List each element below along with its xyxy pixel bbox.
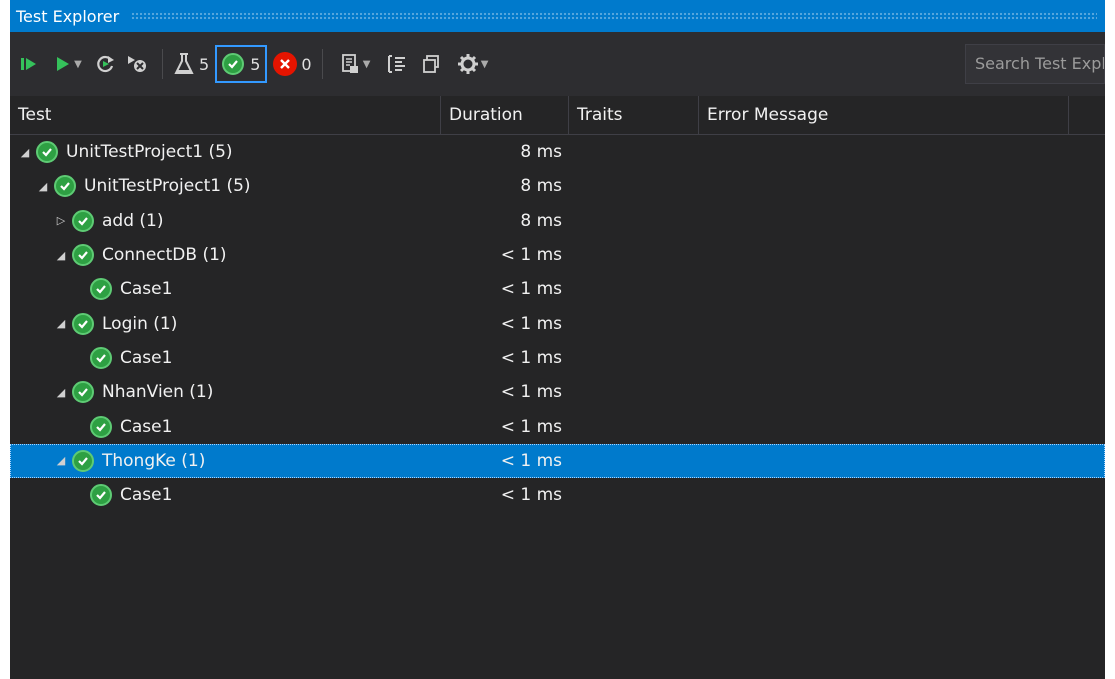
column-header: Test Duration Traits Error Message [10,96,1105,135]
collapse-triangle-icon[interactable]: ◢ [36,180,50,193]
passed-check-icon [72,244,94,267]
test-name: add (1) [102,210,164,231]
test-duration: < 1 ms [500,416,562,437]
test-name: UnitTestProject1 (5) [66,142,233,163]
column-header-test[interactable]: Test [10,96,441,134]
test-duration: 8 ms [520,210,562,231]
collapse-triangle-icon[interactable]: ◢ [54,454,68,467]
test-duration: < 1 ms [500,245,562,266]
cancel-icon [128,56,146,72]
toolbar-separator [162,49,163,79]
tree-row[interactable]: Case1 < 1 ms [10,341,1105,375]
run-dropdown-icon[interactable]: ▼ [74,59,82,70]
test-tree: ◢ UnitTestProject1 (5) 8 ms ◢ UnitTestPr… [10,135,1105,512]
test-duration: < 1 ms [500,347,562,368]
tree-row[interactable]: Case1 < 1 ms [10,478,1105,512]
test-name: Case1 [120,279,173,300]
copy-details-button[interactable] [417,47,445,81]
test-name: NhanVien (1) [102,382,214,403]
tree-row[interactable]: Case1 < 1 ms [10,409,1105,443]
total-tests-filter[interactable]: 5 [173,47,209,81]
failed-count: 0 [301,54,312,74]
passed-check-icon [90,484,112,507]
passed-check-icon [72,312,94,335]
test-name: Case1 [120,347,173,368]
playlist-dropdown-icon[interactable]: ▼ [363,59,371,70]
passed-check-icon [54,175,76,198]
group-by-icon [387,55,405,73]
playlist-button[interactable]: ▼ [333,47,377,81]
passed-check-icon [72,381,94,404]
test-name: ThongKe (1) [102,450,206,471]
test-duration: < 1 ms [500,313,562,334]
tree-row[interactable]: ▷ add (1) 8 ms [10,204,1105,238]
column-header-traits[interactable]: Traits [569,96,699,134]
playlist-icon [341,54,358,73]
passed-check-icon [90,346,112,369]
expand-triangle-icon[interactable]: ▷ [54,214,68,227]
passed-count: 5 [250,54,261,74]
passed-tests-filter[interactable]: 5 [215,45,268,83]
failed-icon [273,52,298,76]
passed-check-icon [90,415,112,438]
column-header-duration[interactable]: Duration [441,96,569,134]
collapse-triangle-icon[interactable]: ◢ [18,146,32,159]
toolbar-separator [321,49,323,79]
tree-row[interactable]: Case1 < 1 ms [10,272,1105,306]
failed-tests-filter[interactable]: 0 [273,47,312,81]
window-title: Test Explorer [16,6,120,26]
column-header-error[interactable]: Error Message [699,96,1069,134]
test-explorer-window: Test Explorer ▼ 5 5 0 ▼ ▼ Search Test Ex… [10,0,1105,679]
run-button[interactable]: ▼ [48,47,88,81]
title-grip[interactable] [131,12,1097,20]
repeat-last-run-button[interactable] [94,47,118,81]
passed-check-icon [36,141,58,164]
collapse-triangle-icon[interactable]: ◢ [54,317,68,330]
search-input[interactable]: Search Test Expl [965,44,1105,84]
test-duration: 8 ms [520,142,562,163]
toolbar: ▼ 5 5 0 ▼ ▼ Search Test Expl [10,32,1105,96]
run-icon [57,57,70,71]
tree-row[interactable]: ◢ Login (1) < 1 ms [10,306,1105,340]
test-name: UnitTestProject1 (5) [84,176,251,197]
passed-check-icon [72,209,94,232]
test-duration: < 1 ms [500,382,562,403]
tree-row-selected[interactable]: ◢ ThongKe (1) < 1 ms [10,443,1105,478]
settings-dropdown-icon[interactable]: ▼ [481,59,489,70]
cancel-run-button[interactable] [124,47,152,81]
test-duration: < 1 ms [500,485,562,506]
settings-button[interactable]: ▼ [451,47,495,81]
copy-icon [422,55,439,73]
collapse-triangle-icon[interactable]: ◢ [54,386,68,399]
gear-icon [457,54,478,74]
test-duration: < 1 ms [500,279,562,300]
passed-check-icon [72,449,94,472]
test-duration: 8 ms [520,176,562,197]
tree-row[interactable]: ◢ UnitTestProject1 (5) 8 ms [10,135,1105,169]
total-count: 5 [199,54,210,74]
run-all-button[interactable] [16,47,42,81]
flask-icon [174,53,194,74]
test-name: Case1 [120,416,173,437]
passed-check-icon [90,278,112,301]
collapse-triangle-icon[interactable]: ◢ [54,249,68,262]
passed-icon [222,53,245,75]
tree-row[interactable]: ◢ NhanVien (1) < 1 ms [10,375,1105,409]
tree-row[interactable]: ◢ UnitTestProject1 (5) 8 ms [10,169,1105,203]
repeat-icon [97,55,114,73]
run-all-icon [21,58,36,70]
title-bar[interactable]: Test Explorer [10,0,1105,32]
group-by-button[interactable] [383,47,411,81]
tree-row[interactable]: ◢ ConnectDB (1) < 1 ms [10,238,1105,272]
test-name: Case1 [120,485,173,506]
test-duration: < 1 ms [500,450,562,471]
test-name: ConnectDB (1) [102,245,227,266]
test-name: Login (1) [102,313,178,334]
